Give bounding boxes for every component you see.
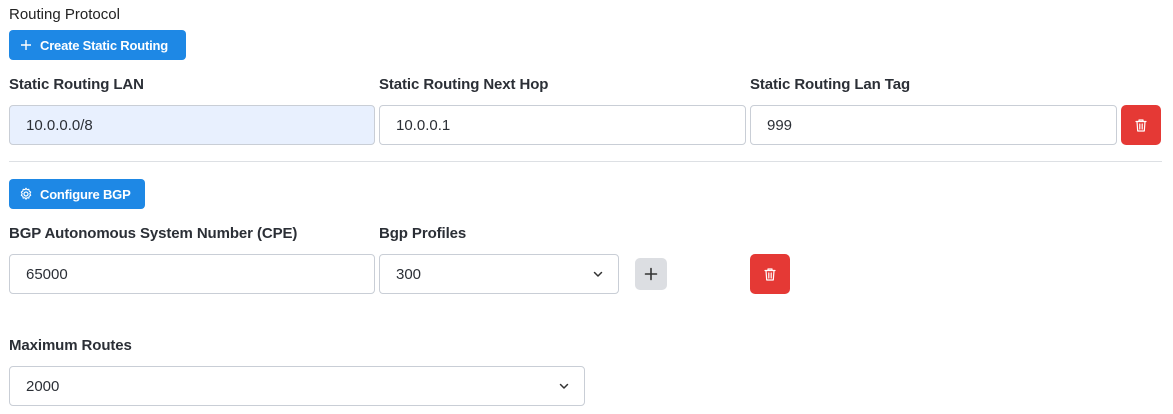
bgp-profiles-selected: 300	[396, 265, 422, 283]
static-routing-lan-tag-input[interactable]: 999	[750, 105, 1117, 145]
maximum-routes-select[interactable]: 2000	[9, 366, 585, 406]
maximum-routes-selected: 2000	[26, 377, 60, 395]
static-routing-next-hop-value: 10.0.0.1	[396, 116, 451, 134]
configure-bgp-label: Configure BGP	[40, 186, 131, 202]
delete-bgp-button[interactable]	[750, 254, 790, 294]
bgp-asn-value: 65000	[26, 265, 68, 283]
static-routing-lan-tag-label: Static Routing Lan Tag	[750, 76, 911, 93]
static-routing-lan-label: Static Routing LAN	[9, 76, 144, 93]
gear-icon	[19, 187, 33, 201]
trash-icon	[764, 267, 776, 281]
chevron-down-icon	[593, 271, 603, 277]
chevron-down-icon	[559, 383, 569, 389]
bgp-asn-input[interactable]: 65000	[9, 254, 375, 294]
configure-bgp-button[interactable]: Configure BGP	[9, 179, 145, 209]
static-routing-lan-value: 10.0.0.0/8	[26, 116, 93, 134]
static-routing-next-hop-label: Static Routing Next Hop	[379, 76, 549, 93]
plus-icon	[19, 38, 33, 52]
bgp-asn-label: BGP Autonomous System Number (CPE)	[9, 225, 298, 242]
delete-static-route-button[interactable]	[1121, 105, 1161, 145]
create-static-routing-button[interactable]: Create Static Routing	[9, 30, 186, 60]
section-title-routing-protocol: Routing Protocol	[9, 6, 120, 23]
plus-icon	[644, 267, 658, 281]
static-routing-lan-input[interactable]: 10.0.0.0/8	[9, 105, 375, 145]
section-divider	[9, 161, 1162, 162]
add-bgp-profile-button[interactable]	[635, 258, 667, 290]
static-routing-next-hop-input[interactable]: 10.0.0.1	[379, 105, 746, 145]
bgp-profiles-label: Bgp Profiles	[379, 225, 467, 242]
static-routing-lan-tag-value: 999	[767, 116, 793, 134]
bgp-profiles-select[interactable]: 300	[379, 254, 619, 294]
maximum-routes-label: Maximum Routes	[9, 337, 132, 354]
trash-icon	[1135, 118, 1147, 132]
create-static-routing-label: Create Static Routing	[40, 37, 168, 53]
